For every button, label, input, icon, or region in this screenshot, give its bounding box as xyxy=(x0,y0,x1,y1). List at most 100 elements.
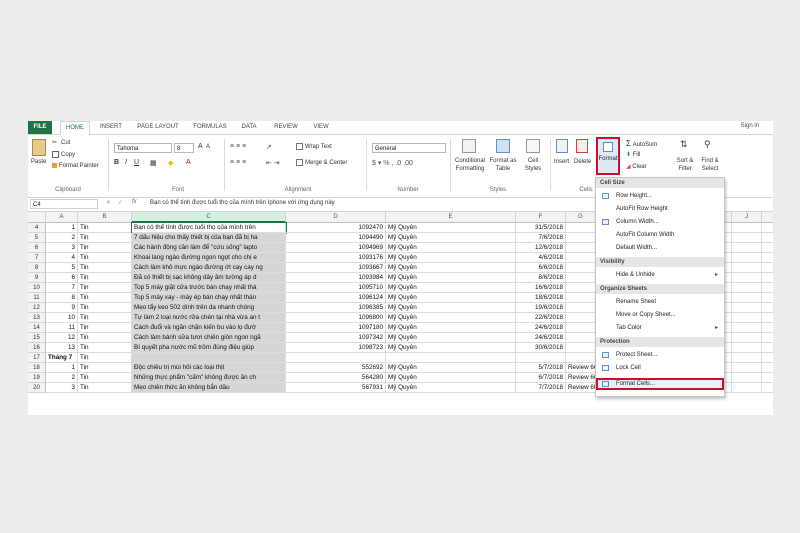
table-cell[interactable] xyxy=(732,373,762,383)
table-cell[interactable]: 1096385 xyxy=(286,303,386,313)
row-header[interactable]: 11 xyxy=(28,293,46,303)
menu-format-cells[interactable]: Format Cells... xyxy=(596,378,724,390)
table-cell[interactable]: Khoai lang ngào đường ngon ngọt cho chị … xyxy=(132,253,286,263)
bold-button[interactable]: B xyxy=(114,159,119,166)
table-cell[interactable]: Bạn có thể tính được tuổi thọ của mình t… xyxy=(131,222,287,234)
column-header[interactable]: G xyxy=(566,212,596,223)
table-cell[interactable]: Các hành động cần làm để "cứu sống" lapt… xyxy=(132,243,286,253)
align-top-icons[interactable]: ≡ ≡ ≡ xyxy=(230,143,246,150)
binoculars-icon[interactable]: ⚲ xyxy=(704,139,711,150)
table-cell[interactable] xyxy=(762,313,773,323)
row-header[interactable]: 15 xyxy=(28,333,46,343)
select-all-corner[interactable] xyxy=(28,212,46,223)
table-cell[interactable]: Mỹ Quyên xyxy=(386,283,516,293)
table-cell[interactable] xyxy=(762,223,773,233)
table-cell[interactable]: 22/6/2018 xyxy=(516,313,566,323)
table-cell[interactable]: 1092470 xyxy=(286,223,386,233)
table-cell[interactable]: Tin xyxy=(78,293,132,303)
table-cell[interactable] xyxy=(762,353,773,363)
table-cell[interactable] xyxy=(732,363,762,373)
table-cell[interactable]: Mỹ Quyên xyxy=(386,223,516,233)
table-cell[interactable] xyxy=(762,253,773,263)
table-cell[interactable]: 24/6/2018 xyxy=(516,323,566,333)
tab-formulas[interactable]: FORMULAS xyxy=(190,121,230,134)
table-cell[interactable]: Tin xyxy=(78,283,132,293)
row-header[interactable]: 20 xyxy=(28,383,46,393)
fill-button[interactable]: ⬇ Fill xyxy=(626,151,640,158)
table-cell[interactable] xyxy=(762,233,773,243)
table-cell[interactable]: 7 xyxy=(46,283,78,293)
table-cell[interactable] xyxy=(566,333,596,343)
table-cell[interactable]: 1094490 xyxy=(286,233,386,243)
table-cell[interactable]: 1095710 xyxy=(286,283,386,293)
table-cell[interactable] xyxy=(732,243,762,253)
table-cell[interactable]: Mỹ Quyên xyxy=(386,373,516,383)
menu-lock-cell[interactable]: Lock Cell xyxy=(596,362,724,374)
table-cell[interactable]: Review 60 xyxy=(566,363,596,373)
table-cell[interactable]: 7/7/2018 xyxy=(516,383,566,393)
table-cell[interactable] xyxy=(732,273,762,283)
table-cell[interactable] xyxy=(762,283,773,293)
table-cell[interactable] xyxy=(566,303,596,313)
table-cell[interactable]: Tin xyxy=(78,323,132,333)
table-cell[interactable]: Tin xyxy=(78,313,132,323)
table-cell[interactable] xyxy=(566,243,596,253)
cell-styles-button[interactable]: Cell Styles xyxy=(522,157,544,173)
table-cell[interactable]: Mỹ Quyên xyxy=(386,293,516,303)
table-cell[interactable] xyxy=(762,383,773,393)
menu-hide-unhide[interactable]: Hide & Unhide ▸ xyxy=(596,269,724,281)
tab-page-layout[interactable]: PAGE LAYOUT xyxy=(132,121,184,134)
table-cell[interactable] xyxy=(732,293,762,303)
table-cell[interactable]: Tin xyxy=(78,353,132,363)
table-cell[interactable]: Độc chiêu trị mùi hôi các loại thịt xyxy=(132,363,286,373)
table-cell[interactable] xyxy=(732,223,762,233)
borders-icon[interactable]: ▦ xyxy=(150,159,157,167)
table-cell[interactable]: Tin xyxy=(78,363,132,373)
menu-autofit-column-width[interactable]: AutoFit Column Width xyxy=(596,229,724,241)
autosum-button[interactable]: Σ AutoSum xyxy=(626,139,657,148)
table-cell[interactable]: 13 xyxy=(46,343,78,353)
table-cell[interactable]: 5/7/2018 xyxy=(516,363,566,373)
table-cell[interactable]: 30/6/2018 xyxy=(516,343,566,353)
menu-autofit-row-height[interactable]: AutoFit Row Height xyxy=(596,203,724,215)
table-cell[interactable]: Tin xyxy=(78,263,132,273)
table-cell[interactable] xyxy=(732,313,762,323)
table-cell[interactable]: 7 dấu hiệu cho thấy thiết bị của bạn đã … xyxy=(132,233,286,243)
table-cell[interactable] xyxy=(762,273,773,283)
table-cell[interactable] xyxy=(732,283,762,293)
table-cell[interactable] xyxy=(566,273,596,283)
menu-default-width[interactable]: Default Width... xyxy=(596,242,724,254)
delete-cells-icon[interactable] xyxy=(576,139,588,153)
clear-button[interactable]: ◢ Clear xyxy=(626,163,647,170)
table-cell[interactable] xyxy=(762,303,773,313)
format-as-table-button[interactable]: Format as Table xyxy=(488,157,518,173)
delete-cells-button[interactable]: Delete xyxy=(574,159,591,165)
table-cell[interactable]: Tin xyxy=(78,333,132,343)
conditional-formatting-icon[interactable] xyxy=(462,139,476,153)
table-cell[interactable] xyxy=(566,323,596,333)
menu-tab-color[interactable]: Tab Color ▸ xyxy=(596,322,724,334)
table-cell[interactable]: Top 5 máy giặt cửa trước bán chạy nhất t… xyxy=(132,283,286,293)
find-select-button[interactable]: Find & Select xyxy=(698,157,722,173)
table-cell[interactable] xyxy=(732,343,762,353)
row-header[interactable]: 14 xyxy=(28,323,46,333)
table-cell[interactable]: 24/6/2018 xyxy=(516,333,566,343)
table-cell[interactable]: 1093667 xyxy=(286,263,386,273)
table-cell[interactable]: 11 xyxy=(46,323,78,333)
column-header[interactable]: J xyxy=(732,212,762,223)
table-cell[interactable] xyxy=(566,283,596,293)
row-header[interactable]: 19 xyxy=(28,373,46,383)
table-cell[interactable]: 12/6/2018 xyxy=(516,243,566,253)
table-cell[interactable]: 12 xyxy=(46,333,78,343)
row-header[interactable]: 7 xyxy=(28,253,46,263)
table-cell[interactable]: 7/6/2018 xyxy=(516,233,566,243)
column-header[interactable]: E xyxy=(386,212,516,223)
table-cell[interactable]: Tin xyxy=(78,223,132,233)
tab-view[interactable]: VIEW xyxy=(308,121,334,134)
menu-move-copy-sheet[interactable]: Move or Copy Sheet... xyxy=(596,309,724,321)
table-cell[interactable]: Tin xyxy=(78,383,132,393)
table-cell[interactable]: Tháng 7 xyxy=(46,353,78,363)
table-cell[interactable]: 5 xyxy=(46,263,78,273)
column-header[interactable]: A xyxy=(46,212,78,223)
table-cell[interactable]: 1094969 xyxy=(286,243,386,253)
